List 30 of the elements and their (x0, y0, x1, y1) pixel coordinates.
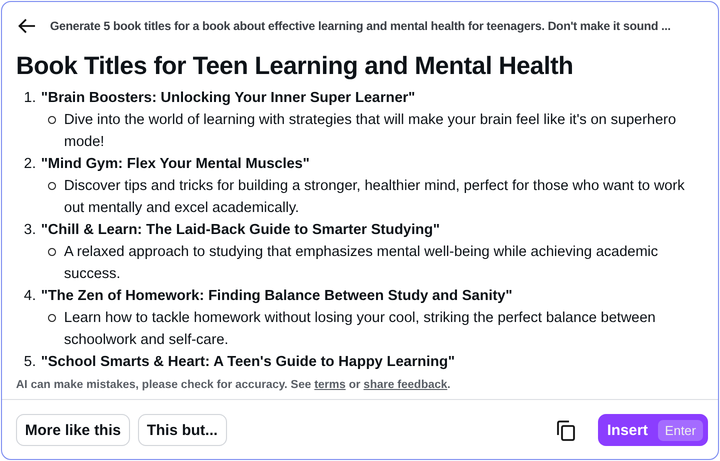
book-title: "Mind Gym: Flex Your Mental Muscles" (41, 155, 310, 174)
suggestion-button[interactable]: This but... (138, 414, 227, 446)
list-number: 2. (22, 155, 36, 174)
copy-icon[interactable] (556, 420, 576, 440)
bullet-icon (48, 248, 56, 256)
book-title: "The Zen of Homework: Finding Balance Between Study and Sanity" (41, 287, 512, 306)
shortcut-badge: Enter (658, 420, 703, 440)
insert-button[interactable]: Insert Enter (598, 414, 708, 446)
prompt-text: Generate 5 book titles for a book about effective learning and mental health for teenagers. Don't make it sound ... (50, 19, 671, 33)
book-title: "Brain Boosters: Unlocking Your Inner Super Learner" (41, 89, 416, 108)
list-number: 5. (22, 353, 36, 372)
book-description: Learn how to tackle homework without losing your cool, striking the perfect balance between schoolwork and self-care. (64, 309, 657, 350)
insert-label: Insert (607, 422, 648, 438)
suggestion-button[interactable]: More like this (16, 414, 130, 446)
back-arrow-icon[interactable] (18, 18, 36, 34)
bullet-icon (48, 182, 56, 190)
bullet-icon (48, 116, 56, 124)
terms-link[interactable]: terms (314, 379, 346, 391)
book-description: Dive into the world of learning with strategies that will make your brain feel like it's on superhero mode! (64, 111, 678, 152)
book-description: A relaxed approach to studying that emphasizes mental well-being while achieving academic success. (64, 243, 660, 284)
book-title: "Chill & Learn: The Laid-Back Guide to Smarter Studying" (41, 221, 440, 240)
list-number: 1. (22, 89, 36, 108)
bullet-icon (48, 314, 56, 322)
list-number: 4. (22, 287, 36, 306)
list-number: 3. (22, 221, 36, 240)
book-description: Discover tips and tricks for building a stronger, healthier mind, perfect for those who want to work out mentally and excel academically. (64, 177, 686, 218)
feedback-link[interactable]: share feedback (364, 379, 448, 391)
disclaimer-text: AI can make mistakes, please check for accuracy. See terms or share feedback. (16, 379, 452, 391)
book-title: "School Smarts & Heart: A Teen's Guide to Happy Learning" (41, 353, 455, 372)
result-title: Book Titles for Teen Learning and Mental Health (16, 52, 574, 81)
